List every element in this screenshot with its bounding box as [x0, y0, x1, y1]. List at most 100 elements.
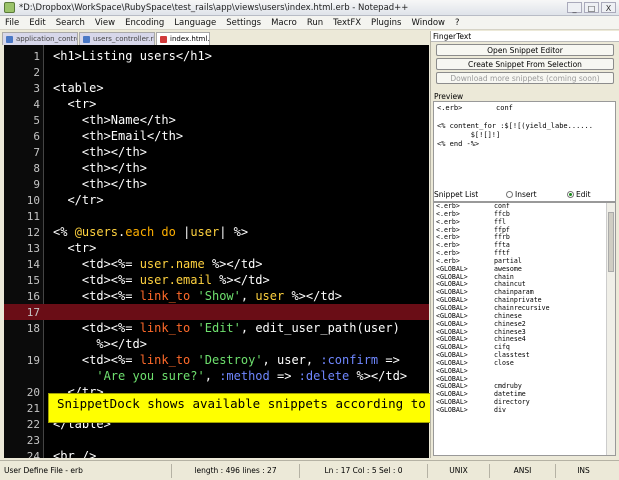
snippet-name: ffta — [494, 241, 510, 250]
code-line[interactable]: 9 <th></th> — [4, 176, 429, 192]
code-token: link_to — [139, 321, 191, 335]
snippet-row[interactable]: <.erb> ffta — [434, 241, 615, 250]
line-number: 12 — [26, 226, 40, 239]
code-token: <% — [53, 225, 75, 239]
snippet-name: ffrb — [494, 233, 510, 242]
menu-file[interactable]: File — [0, 18, 24, 28]
code-token: <tr> — [53, 97, 97, 111]
code-line[interactable]: 1 <h1>Listing users</h1> — [4, 48, 429, 64]
minimize-button[interactable]: _ — [567, 2, 582, 13]
menu-help[interactable]: ? — [450, 18, 465, 28]
snippet-list[interactable]: <.erb> conf <.erb> ffcb <.erb> ffl <.erb> ffpf <… — [433, 202, 616, 456]
snippet-list-label: Snippet List — [434, 190, 479, 199]
open-snippet-editor-button[interactable]: Open Snippet Editor — [436, 44, 614, 56]
code-line[interactable]: 10 </tr> — [4, 192, 429, 208]
code-line[interactable]: 4 <tr> — [4, 96, 429, 112]
code-line[interactable]: 19 <td><%= link_to 'Destroy', user, :con… — [4, 352, 429, 368]
create-snippet-button[interactable]: Create Snippet From Selection — [436, 58, 614, 70]
menu-run[interactable]: Run — [302, 18, 328, 28]
tab-1[interactable]: users_controller.rb — [79, 32, 155, 45]
menu-plugins[interactable]: Plugins — [366, 18, 406, 28]
snippet-name: chinese4 — [494, 335, 526, 344]
code-line[interactable]: 'Are you sure?', :method => :delete %></… — [4, 368, 429, 384]
code-line[interactable]: 3 <table> — [4, 80, 429, 96]
code-token: <table> — [53, 81, 104, 95]
code-line[interactable]: 18 <td><%= link_to 'Edit', edit_user_pat… — [4, 320, 429, 336]
code-token: user — [190, 225, 220, 239]
snippet-row[interactable]: <.erb> ffcb — [434, 210, 615, 219]
line-number: 21 — [26, 402, 40, 415]
insert-radio[interactable]: Insert — [506, 190, 537, 199]
code-line[interactable]: 13 <tr> — [4, 240, 429, 256]
snippet-list-scrollbar[interactable] — [606, 203, 615, 455]
code-line[interactable]: 6 <th>Email</th> — [4, 128, 429, 144]
menu-settings[interactable]: Settings — [221, 18, 266, 28]
code-line[interactable]: 14 <td><%= user.name %></td> — [4, 256, 429, 272]
menu-view[interactable]: View — [90, 18, 120, 28]
status-position: Ln : 17 Col : 5 Sel : 0 — [300, 463, 428, 478]
snippet-row[interactable]: <GLOBAL> div — [434, 405, 615, 415]
snippet-name: div — [494, 405, 506, 414]
code-token: , — [204, 369, 220, 383]
code-line[interactable]: 15 <td><%= user.email %></td> — [4, 272, 429, 288]
code-line[interactable]: 16 <td><%= link_to 'Show', user %></td> — [4, 288, 429, 304]
code-text: <th>Email</th> — [53, 128, 183, 144]
window-controls: _ □ X — [567, 2, 616, 13]
code-token: <th></th> — [53, 161, 147, 175]
status-insert-mode: INS — [577, 465, 590, 475]
tab-0[interactable]: application_controller.rb — [2, 32, 78, 45]
snippet-row[interactable]: <.erb> fftf — [434, 249, 615, 258]
code-text: <td><%= link_to 'Destroy', user, :confir… — [53, 352, 400, 368]
file-icon — [160, 36, 167, 43]
code-line[interactable]: 8 <th></th> — [4, 160, 429, 176]
tab-label: users_controller.rb — [93, 35, 155, 43]
menu-textfx[interactable]: TextFX — [328, 18, 366, 28]
menu-edit[interactable]: Edit — [24, 18, 50, 28]
edit-radio[interactable]: Edit — [567, 190, 591, 199]
code-token: <td><%= — [53, 289, 140, 303]
code-token: do — [161, 225, 176, 239]
menu-macro[interactable]: Macro — [266, 18, 302, 28]
snippet-row[interactable]: <.erb> ffpf — [434, 226, 615, 235]
code-line[interactable]: %></td> — [4, 336, 429, 352]
edit-radio-dot[interactable] — [567, 191, 574, 198]
code-token: <br /> — [53, 449, 97, 458]
code-token: %></td> — [53, 337, 147, 351]
code-token: user — [255, 289, 285, 303]
code-token: link_to — [139, 289, 191, 303]
title-bar[interactable]: *D:\Dropbox\WorkSpace\RubySpace\test_rai… — [0, 0, 619, 16]
code-line[interactable]: 11 — [4, 208, 429, 224]
code-token: user.email — [139, 273, 212, 287]
code-token: <th></th> — [53, 145, 147, 159]
download-snippets-button[interactable]: Download more snippets (coming soon) — [436, 72, 614, 84]
code-line[interactable]: 7 <th></th> — [4, 144, 429, 160]
menu-language[interactable]: Language — [169, 18, 221, 28]
code-line[interactable]: 2 — [4, 64, 429, 80]
preview-body: <% content_for :$[![(yield_labe...... $[… — [437, 122, 593, 148]
snippet-row[interactable]: <.erb> ffl — [434, 218, 615, 227]
code-line[interactable]: 23 — [4, 432, 429, 448]
tab-2[interactable]: index.html.erb — [156, 32, 210, 45]
code-token: <td><%= — [53, 353, 140, 367]
insert-radio-dot[interactable] — [506, 191, 513, 198]
file-icon — [6, 36, 13, 43]
menu-window[interactable]: Window — [406, 18, 450, 28]
snippet-row[interactable]: <.erb> conf — [434, 203, 615, 211]
code-token: 'Edit' — [197, 321, 241, 335]
code-line[interactable]: 5 <th>Name</th> — [4, 112, 429, 128]
close-button[interactable]: X — [601, 2, 616, 13]
tab-label: index.html.erb — [170, 35, 210, 43]
snippet-row[interactable]: <.erb> ffrb — [434, 234, 615, 242]
code-token: , user, — [262, 353, 321, 367]
code-line[interactable]: 12 <% @users.each do |user| %> — [4, 224, 429, 240]
line-number: 6 — [33, 130, 40, 143]
menu-encoding[interactable]: Encoding — [120, 18, 169, 28]
scroll-thumb[interactable] — [608, 212, 614, 272]
snippet-scope: <GLOBAL> — [436, 405, 468, 414]
code-line[interactable]: 17 — [4, 304, 429, 320]
menu-search[interactable]: Search — [51, 18, 90, 28]
code-line[interactable]: 24 <br /> — [4, 448, 429, 458]
code-token: 'Show' — [197, 289, 241, 303]
maximize-button[interactable]: □ — [584, 2, 599, 13]
